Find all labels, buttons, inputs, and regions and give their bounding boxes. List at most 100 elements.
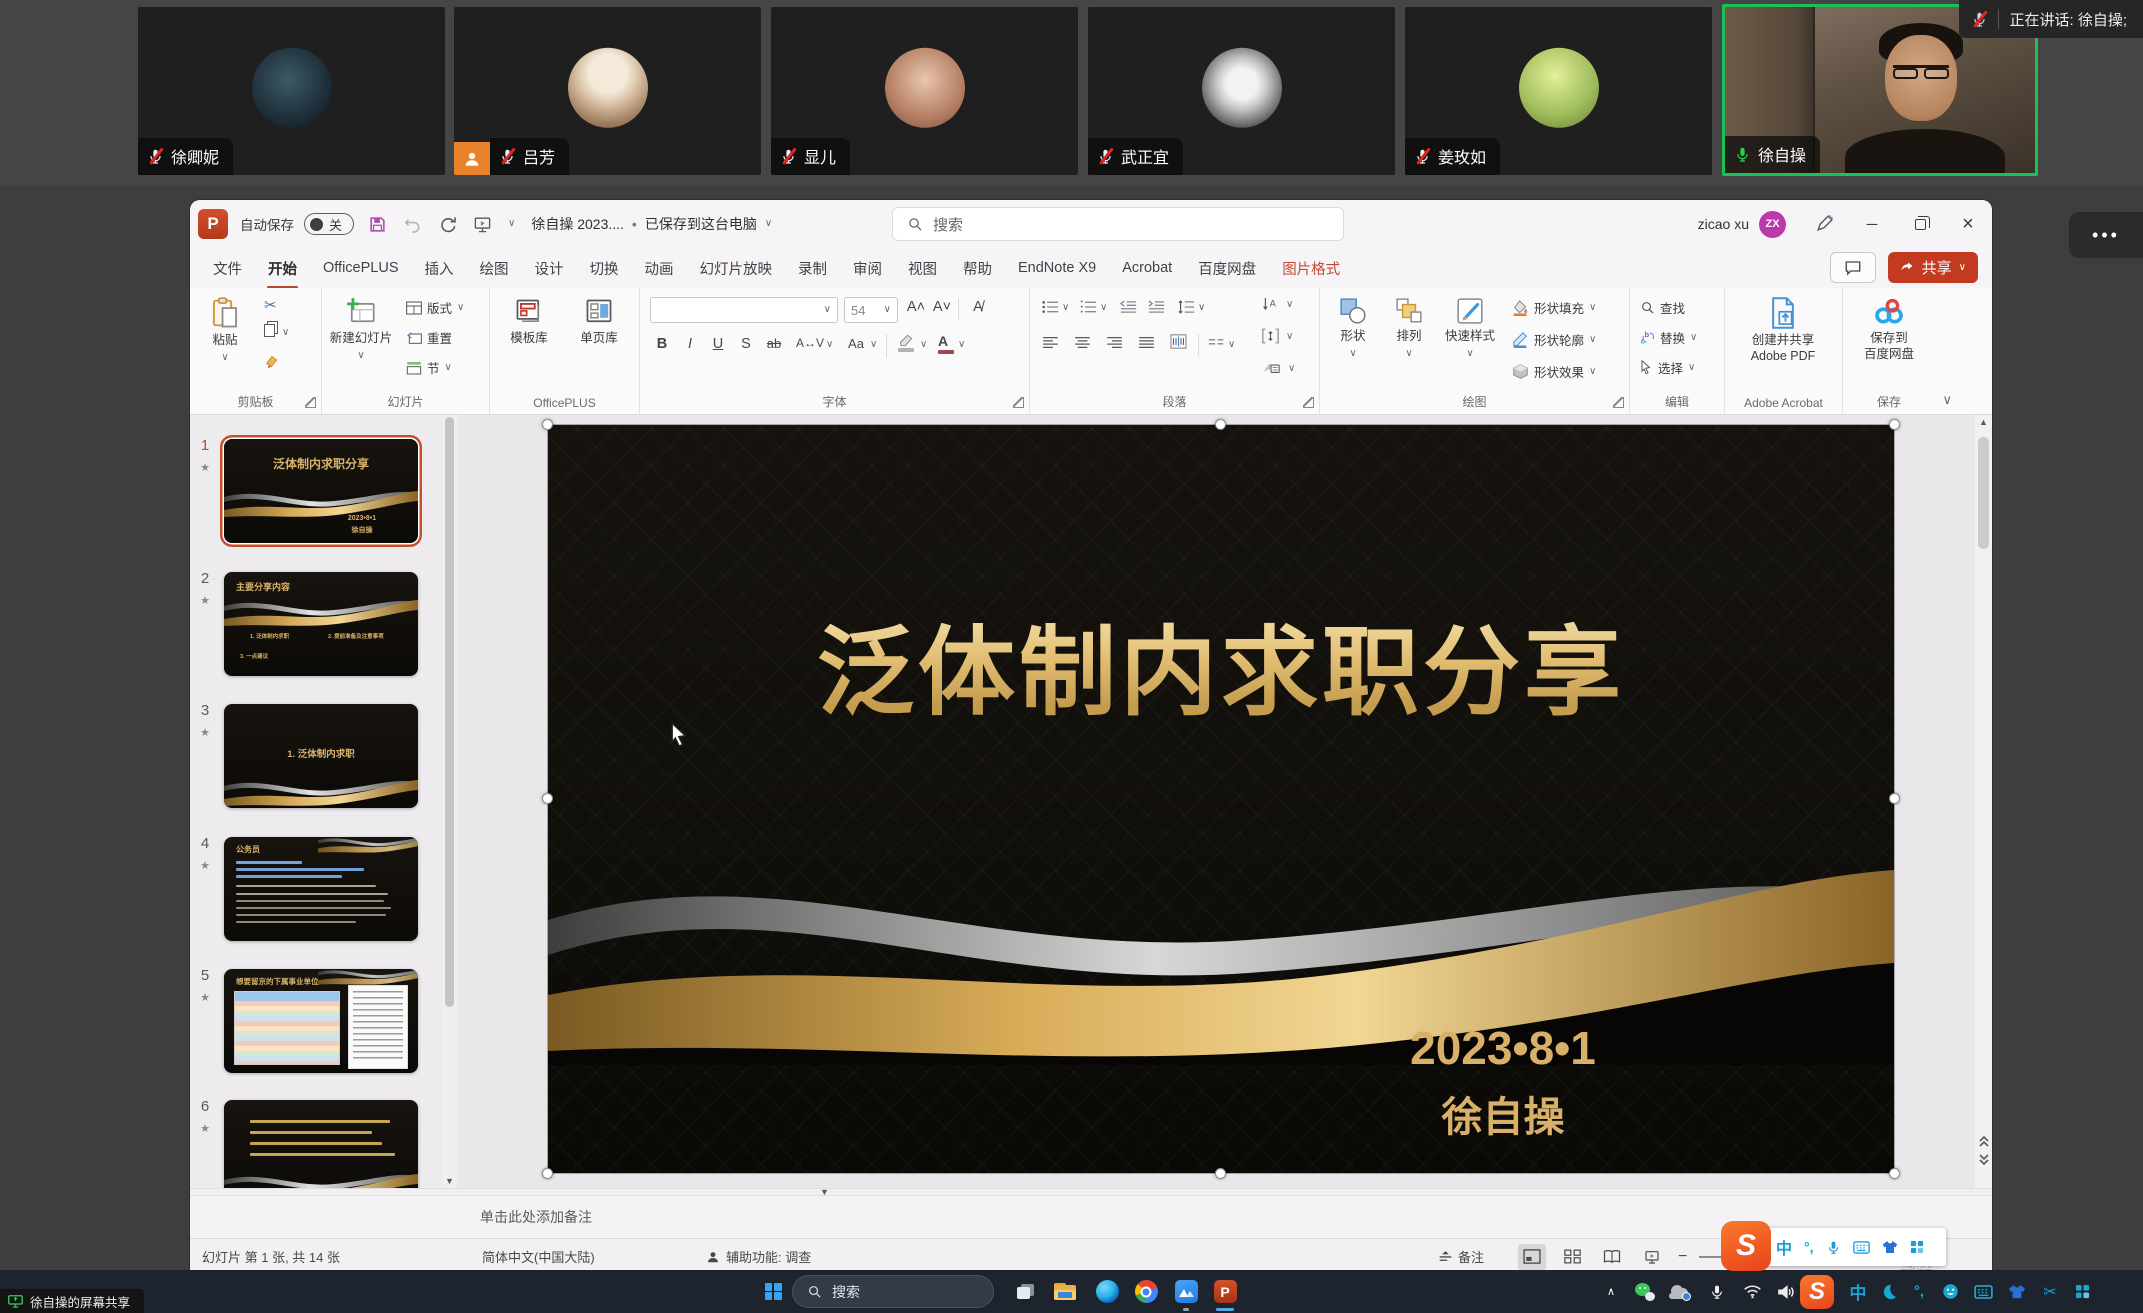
close-button[interactable]: ×	[1944, 200, 1992, 248]
tab-officeplus[interactable]: OfficePLUS	[310, 260, 412, 276]
text-direction-icon[interactable]: A	[1262, 296, 1279, 312]
chevron-down-icon[interactable]: ∨	[1100, 303, 1107, 313]
slide-thumbnail-4[interactable]: 公务员	[224, 837, 418, 941]
participant-tile[interactable]: 显儿	[771, 7, 1078, 175]
selection-handle[interactable]	[1889, 793, 1900, 804]
quick-styles-button[interactable]: 快速样式 ∨	[1438, 288, 1502, 359]
dialog-launcher-icon[interactable]	[1613, 397, 1624, 408]
ime-skin-icon[interactable]	[2002, 1270, 2032, 1313]
tab-slideshow[interactable]: 幻灯片放映	[687, 258, 786, 279]
slide-date-block[interactable]: 2023•8•1 徐自操	[1338, 1021, 1668, 1143]
selection-handle[interactable]	[542, 419, 553, 430]
thumbnail-scrollbar[interactable]: ▼	[442, 415, 457, 1188]
layout-button[interactable]: 版式∨	[406, 298, 464, 317]
tab-endnote[interactable]: EndNote X9	[1005, 260, 1109, 276]
tab-view[interactable]: 视图	[895, 258, 950, 279]
undo-button[interactable]	[403, 215, 422, 234]
start-slideshow-button[interactable]	[473, 215, 492, 234]
font-color-button[interactable]: A	[938, 333, 954, 354]
numbering-icon[interactable]	[1080, 300, 1097, 314]
chevron-down-icon[interactable]: ∨	[1286, 300, 1293, 310]
section-button[interactable]: 节∨	[406, 358, 452, 377]
tab-draw[interactable]: 绘图	[467, 258, 522, 279]
tab-transitions[interactable]: 切换	[577, 258, 632, 279]
participant-tile[interactable]: 徐卿妮	[138, 7, 445, 175]
powerpoint-taskbar-icon[interactable]: P	[1207, 1270, 1243, 1313]
decrease-font-icon[interactable]: A˅	[932, 299, 952, 315]
normal-view-button[interactable]	[1518, 1244, 1546, 1270]
increase-indent-icon[interactable]	[1148, 300, 1165, 314]
dialog-launcher-icon[interactable]	[1013, 397, 1024, 408]
replace-button[interactable]: bc 替换∨	[1640, 328, 1697, 347]
selection-handle[interactable]	[1889, 1168, 1900, 1179]
selection-handle[interactable]	[1215, 1168, 1226, 1179]
participant-tile[interactable]: 吕芳	[454, 7, 761, 175]
taskbar-search[interactable]: 搜索	[792, 1275, 994, 1308]
tab-help[interactable]: 帮助	[950, 258, 1005, 279]
quick-access-chevron-icon[interactable]: ∨	[508, 219, 515, 229]
notes-splitter[interactable]: ▼	[190, 1188, 1992, 1196]
columns-icon[interactable]	[1170, 334, 1190, 349]
chevron-down-icon[interactable]: ∨	[1286, 332, 1293, 342]
selection-handle[interactable]	[542, 793, 553, 804]
ime-keyboard-icon[interactable]	[1968, 1270, 1998, 1313]
shape-outline-button[interactable]: 形状轮廓∨	[1512, 330, 1596, 349]
autosave-toggle[interactable]: 关	[304, 213, 354, 235]
ime-punctuation-icon[interactable]: °,	[1906, 1270, 1932, 1313]
selection-handle[interactable]	[1889, 419, 1900, 430]
slide-thumbnail-2[interactable]: 主要分享内容 1. 泛体制内求职 2. 提前准备及注意事项 3. 一点建议	[224, 572, 418, 676]
account-avatar[interactable]: ZX	[1759, 211, 1786, 238]
zoom-out-button[interactable]: −	[1678, 1248, 1687, 1266]
tab-file[interactable]: 文件	[200, 258, 255, 279]
cloud-sync-tray-icon[interactable]	[1664, 1270, 1696, 1313]
next-slide-button[interactable]	[1975, 1153, 1992, 1166]
chrome-icon[interactable]	[1128, 1270, 1164, 1313]
share-button[interactable]: 共享 ∨	[1888, 252, 1978, 283]
chevron-down-icon[interactable]: ∨	[826, 340, 833, 350]
ime-mic-icon[interactable]	[1826, 1240, 1841, 1255]
sogou-taskbar-icon[interactable]: S	[1794, 1270, 1840, 1313]
tab-picture-format[interactable]: 图片格式	[1269, 258, 1353, 279]
scrollbar-thumb[interactable]	[445, 417, 454, 1007]
new-slide-button[interactable]: 新建幻灯片 ∨	[328, 288, 394, 361]
align-left-icon[interactable]	[1042, 336, 1062, 349]
tab-record[interactable]: 录制	[785, 258, 840, 279]
document-title[interactable]: 徐自操 2023....	[531, 214, 624, 234]
comments-button[interactable]	[1830, 252, 1876, 283]
chevron-down-icon[interactable]: ∨	[1228, 340, 1235, 350]
sogou-logo-icon[interactable]: S	[1721, 1221, 1771, 1271]
align-right-icon[interactable]	[1106, 336, 1126, 349]
mic-tray-icon[interactable]	[1702, 1270, 1732, 1313]
save-to-baidu-button[interactable]: 保存到百度网盘	[1851, 288, 1927, 362]
tray-chevron-icon[interactable]: ∧	[1596, 1270, 1626, 1313]
task-view-button[interactable]	[1007, 1270, 1043, 1313]
scrollbar-thumb[interactable]	[1978, 437, 1989, 549]
smartart-icon[interactable]	[1262, 360, 1280, 375]
highlight-color-button[interactable]	[898, 334, 914, 352]
shape-fill-button[interactable]: 形状填充∨	[1512, 298, 1596, 317]
ime-punctuation-icon[interactable]: °,	[1804, 1239, 1814, 1255]
chevron-down-icon[interactable]: ∨	[870, 340, 877, 350]
shape-effects-button[interactable]: 形状效果∨	[1512, 362, 1596, 381]
vertical-scrollbar[interactable]: ▲	[1975, 415, 1992, 1188]
participant-tile[interactable]: 姜玫如	[1405, 7, 1712, 175]
add-remove-columns-icon[interactable]	[1208, 338, 1228, 348]
tab-design[interactable]: 设计	[522, 258, 577, 279]
collapse-ribbon-icon[interactable]: ∨	[1942, 393, 1952, 406]
template-library-button[interactable]: 模板库	[498, 288, 560, 347]
arrange-button[interactable]: 排列 ∨	[1384, 288, 1434, 359]
slideshow-view-button[interactable]	[1638, 1244, 1666, 1270]
ime-scissors-icon[interactable]: ✂	[2036, 1270, 2064, 1313]
ime-toolbox-icon[interactable]	[1910, 1240, 1924, 1254]
redo-button[interactable]	[438, 215, 457, 234]
chevron-down-icon[interactable]: ∨	[958, 340, 965, 350]
font-name-combo[interactable]: ∨	[650, 297, 838, 323]
previous-slide-button[interactable]	[1975, 1135, 1992, 1148]
character-spacing-button[interactable]: A↔V	[796, 336, 822, 350]
select-button[interactable]: 选择∨	[1640, 358, 1695, 377]
ime-keyboard-icon[interactable]	[1853, 1241, 1870, 1254]
ime-emoji-icon[interactable]	[1936, 1270, 1964, 1313]
reading-view-button[interactable]	[1598, 1244, 1626, 1270]
shapes-button[interactable]: 形状 ∨	[1328, 288, 1378, 359]
slide-thumbnail-1[interactable]: 泛体制内求职分享 2023•8•1 徐自操	[224, 439, 418, 543]
